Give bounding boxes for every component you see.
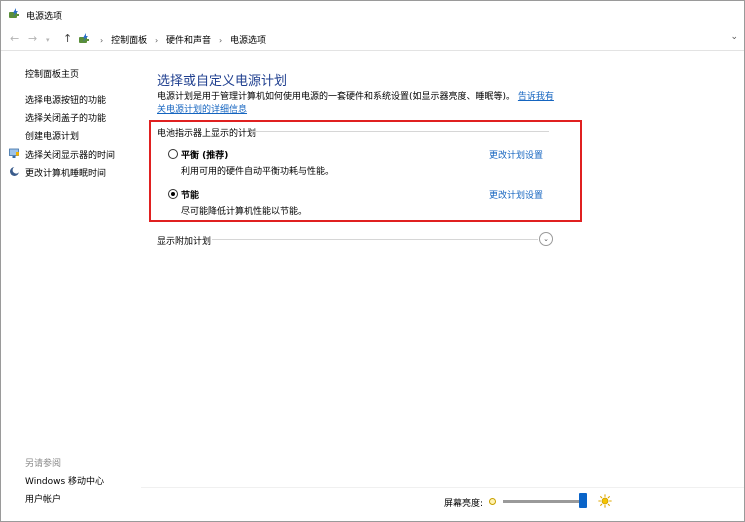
- power-saver-plan-radio[interactable]: [168, 189, 178, 199]
- mobility-center-link[interactable]: Windows 移动中心: [25, 474, 104, 487]
- moon-icon: [10, 166, 20, 176]
- sidebar-item-lid[interactable]: 选择关闭盖子的功能: [25, 111, 106, 124]
- balanced-plan-description: 利用可用的硬件自动平衡功耗与性能。: [181, 167, 335, 177]
- breadcrumb-power-options[interactable]: 电源选项: [230, 36, 266, 46]
- sun-dim-icon: [489, 498, 496, 505]
- sidebar-item-power-button[interactable]: 选择电源按钮的功能: [25, 93, 106, 106]
- balanced-plan-name[interactable]: 平衡 (推荐): [181, 148, 228, 161]
- breadcrumb: › 控制面板 › 硬件和声音 › 电源选项: [95, 33, 266, 46]
- page-title: 选择或自定义电源计划: [157, 74, 288, 89]
- see-also-heading: 另请参阅: [25, 459, 62, 469]
- brightness-slider-track[interactable]: [503, 500, 585, 503]
- arrow-right-icon[interactable]: →: [28, 32, 37, 46]
- breadcrumb-separator: ›: [100, 36, 104, 45]
- arrow-up-icon[interactable]: ↑: [63, 32, 72, 46]
- sidebar-home-link[interactable]: 控制面板主页: [25, 67, 79, 80]
- breadcrumb-separator: ›: [154, 36, 159, 45]
- sidebar: 控制面板主页 选择电源按钮的功能 选择关闭盖子的功能 创建电源计划 选择关闭显示…: [1, 52, 141, 521]
- divider: [212, 239, 538, 240]
- control-panel-icon: [79, 33, 89, 43]
- balanced-plan-settings-link[interactable]: 更改计划设置: [489, 148, 543, 161]
- chevron-down-icon[interactable]: ⌄: [730, 32, 738, 42]
- sidebar-item-create-plan[interactable]: 创建电源计划: [25, 129, 79, 142]
- divider: [251, 131, 549, 132]
- power-options-icon: [9, 8, 19, 18]
- breadcrumb-hardware-sound[interactable]: 硬件和声音: [166, 36, 211, 46]
- chevron-down-icon[interactable]: ⌄: [539, 232, 553, 246]
- breadcrumb-control-panel[interactable]: 控制面板: [111, 36, 147, 46]
- address-bar: ← → ▾ ↑ › 控制面板 › 硬件和声音 › 电源选项 ⌄: [1, 27, 744, 51]
- monitor-shield-icon: [9, 148, 19, 158]
- power-saver-plan-settings-link[interactable]: 更改计划设置: [489, 188, 543, 201]
- balanced-plan-radio[interactable]: [168, 149, 178, 159]
- window-title: 电源选项: [26, 12, 63, 22]
- sun-bright-icon: [598, 494, 612, 508]
- user-accounts-link[interactable]: 用户帐户: [25, 492, 61, 505]
- sidebar-item-sleep-time[interactable]: 更改计算机睡眠时间: [25, 166, 106, 179]
- chevron-down-icon[interactable]: ▾: [46, 33, 50, 47]
- battery-plans-header: 电池指示器上显示的计划: [157, 129, 257, 139]
- show-additional-plans[interactable]: 显示附加计划: [157, 234, 211, 247]
- brightness-slider-thumb[interactable]: [579, 493, 588, 508]
- arrow-left-icon[interactable]: ←: [10, 32, 19, 46]
- brightness-label: 屏幕亮度:: [444, 499, 484, 509]
- power-saver-plan-description: 尽可能降低计算机性能以节能。: [181, 207, 308, 217]
- power-options-window: 电源选项 ← → ▾ ↑ › 控制面板 › 硬件和声音 › 电源选项 ⌄ 控制面…: [0, 0, 745, 522]
- page-description: 电源计划是用于管理计算机如何使用电源的一套硬件和系统设置(如显示器亮度、睡眠等)…: [157, 91, 557, 117]
- breadcrumb-separator: ›: [218, 36, 223, 45]
- brightness-slider-fill: [503, 500, 584, 503]
- title-bar: 电源选项: [1, 1, 744, 27]
- description-text: 电源计划是用于管理计算机如何使用电源的一套硬件和系统设置(如显示器亮度、睡眠等)…: [157, 92, 516, 102]
- divider: [141, 487, 744, 488]
- power-saver-plan-name[interactable]: 节能: [181, 188, 199, 201]
- sidebar-item-display-off[interactable]: 选择关闭显示器的时间: [25, 148, 115, 161]
